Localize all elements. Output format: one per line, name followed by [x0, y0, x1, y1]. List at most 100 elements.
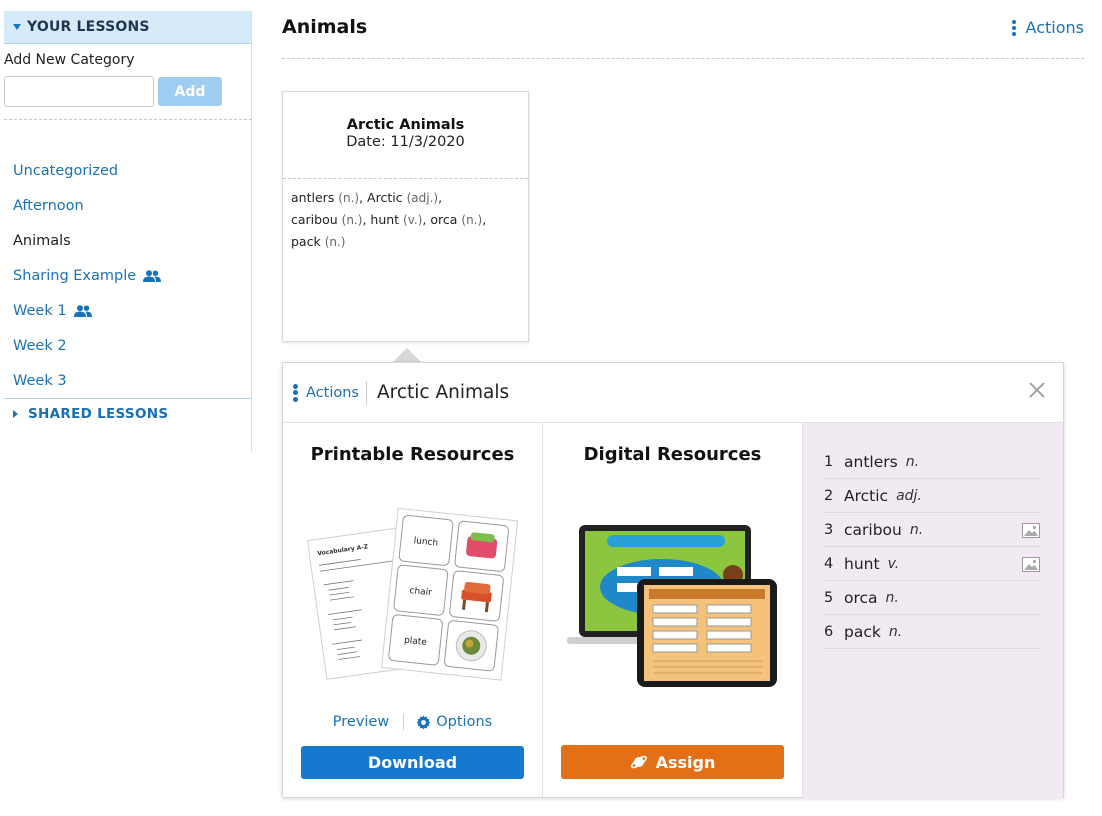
people-icon — [143, 269, 162, 282]
kebab-icon — [1011, 19, 1016, 36]
vocab-item[interactable]: 6 pack n. — [824, 615, 1041, 649]
category-label: Week 1 — [13, 302, 67, 319]
category-label: Sharing Example — [13, 267, 137, 284]
printable-links: Preview Options — [283, 714, 542, 730]
panel-title: Arctic Animals — [376, 382, 510, 403]
category-item-sharing-example[interactable]: Sharing Example — [4, 258, 251, 293]
vocab-number: 4 — [824, 555, 834, 572]
add-category-label: Add New Category — [4, 52, 135, 68]
vocab-pos: n. — [888, 623, 903, 640]
caret-right-icon — [13, 410, 18, 418]
link-separator — [403, 714, 405, 730]
vocab-number: 5 — [824, 589, 834, 606]
caret-down-icon — [13, 24, 21, 30]
digital-resources-column: Digital Resources Assign — [543, 423, 803, 798]
panel-columns: Printable Resources Vocabulary A-Z lunch… — [283, 423, 1063, 798]
digital-resources-title: Digital Resources — [583, 444, 762, 465]
category-item-afternoon[interactable]: Afternoon — [4, 188, 251, 223]
options-link[interactable]: Options — [436, 714, 492, 730]
add-category-input[interactable] — [4, 76, 154, 107]
vocabulary-list: 1 antlers n. 2 Arctic adj. 3 caribou n. — [824, 445, 1041, 649]
page-title: Animals — [282, 16, 368, 38]
your-lessons-header[interactable]: YOUR LESSONS — [4, 11, 251, 44]
category-list: Uncategorized Afternoon Animals Sharing … — [4, 153, 251, 398]
vocab-word: caribou — [844, 520, 902, 539]
word-pos: (adj.) — [406, 191, 439, 205]
vocab-item[interactable]: 1 antlers n. — [824, 445, 1041, 479]
kebab-icon — [293, 383, 298, 402]
people-icon — [73, 304, 92, 317]
word: Arctic — [367, 190, 403, 205]
category-label: Afternoon — [13, 197, 84, 214]
word-pos: (v.) — [403, 213, 423, 227]
category-item-week-1[interactable]: Week 1 — [4, 293, 251, 328]
vocab-word: Arctic — [844, 486, 889, 505]
shared-lessons-header[interactable]: SHARED LESSONS — [4, 399, 251, 429]
vocab-word: orca — [844, 588, 878, 607]
vocab-pos: v. — [887, 555, 900, 572]
word: orca — [430, 212, 458, 227]
panel-actions-button[interactable]: Actions — [293, 380, 367, 405]
sidebar: YOUR LESSONS Add New Category Add Uncate… — [4, 11, 252, 451]
vocab-word: hunt — [844, 554, 880, 573]
vocab-pos: n. — [905, 453, 920, 470]
category-item-week-2[interactable]: Week 2 — [4, 328, 251, 363]
vocab-word: antlers — [844, 452, 898, 471]
word: pack — [291, 234, 321, 249]
lesson-card-words: antlers (n.), Arctic (adj.), caribou (n.… — [291, 190, 487, 249]
digital-resources-image — [567, 525, 777, 687]
add-category-button[interactable]: Add — [158, 77, 222, 106]
word: hunt — [370, 212, 400, 227]
category-item-week-3[interactable]: Week 3 — [4, 363, 251, 398]
lesson-card-title: Arctic Animals — [346, 117, 465, 133]
category-label: Animals — [13, 232, 71, 249]
your-lessons-label: YOUR LESSONS — [27, 19, 150, 35]
vocab-number: 1 — [824, 453, 834, 470]
vocab-pos: n. — [885, 589, 899, 606]
lesson-detail-panel: Actions Arctic Animals Printable Resourc… — [282, 362, 1064, 798]
word-pos: (n.) — [461, 213, 483, 227]
panel-actions-label: Actions — [306, 384, 359, 401]
category-label: Week 2 — [13, 337, 67, 354]
vocabulary-column: 1 antlers n. 2 Arctic adj. 3 caribou n. — [803, 423, 1063, 798]
vocab-item[interactable]: 5 orca n. — [824, 581, 1041, 615]
assign-button[interactable]: Assign — [561, 745, 784, 779]
word-pos: (n.) — [324, 235, 346, 249]
category-label: Week 3 — [13, 372, 67, 389]
word-pos: (n.) — [338, 191, 360, 205]
category-label: Uncategorized — [13, 162, 119, 179]
vocab-pos: adj. — [896, 487, 922, 504]
word: caribou — [291, 212, 338, 227]
vocab-number: 2 — [824, 487, 834, 504]
planet-icon — [630, 755, 647, 769]
download-button[interactable]: Download — [301, 746, 524, 779]
actions-label: Actions — [1025, 18, 1084, 37]
category-item-uncategorized[interactable]: Uncategorized — [4, 153, 251, 188]
panel-pointer — [393, 348, 421, 362]
header-divider — [282, 58, 1084, 59]
printable-resources-column: Printable Resources Vocabulary A-Z lunch… — [283, 423, 543, 798]
image-icon[interactable] — [1022, 523, 1040, 538]
lesson-card-header: Arctic Animals Date: 11/3/2020 — [283, 92, 528, 179]
shared-lessons-label: SHARED LESSONS — [28, 406, 169, 422]
gear-icon — [416, 714, 431, 730]
vocab-item[interactable]: 2 Arctic adj. — [824, 479, 1041, 513]
actions-menu-button[interactable]: Actions — [1011, 18, 1084, 37]
image-icon[interactable] — [1022, 557, 1040, 572]
add-category-row: Add — [4, 76, 252, 120]
vocab-item[interactable]: 4 hunt v. — [824, 547, 1041, 581]
vocab-item[interactable]: 3 caribou n. — [824, 513, 1041, 547]
printable-resources-title: Printable Resources — [310, 444, 515, 465]
lesson-card-date: Date: 11/3/2020 — [346, 134, 465, 150]
panel-header: Actions Arctic Animals — [283, 363, 1063, 423]
vocab-number: 6 — [824, 623, 834, 640]
printable-resources-image: Vocabulary A-Z lunch chair plate — [307, 507, 519, 681]
preview-link[interactable]: Preview — [333, 714, 389, 730]
category-item-animals[interactable]: Animals — [4, 223, 251, 258]
lesson-card[interactable]: Arctic Animals Date: 11/3/2020 antlers (… — [282, 91, 529, 342]
vocab-number: 3 — [824, 521, 834, 538]
vocab-word: pack — [844, 622, 881, 641]
close-icon[interactable] — [1028, 381, 1046, 399]
vocab-pos: n. — [909, 521, 924, 538]
assign-label: Assign — [655, 752, 716, 772]
